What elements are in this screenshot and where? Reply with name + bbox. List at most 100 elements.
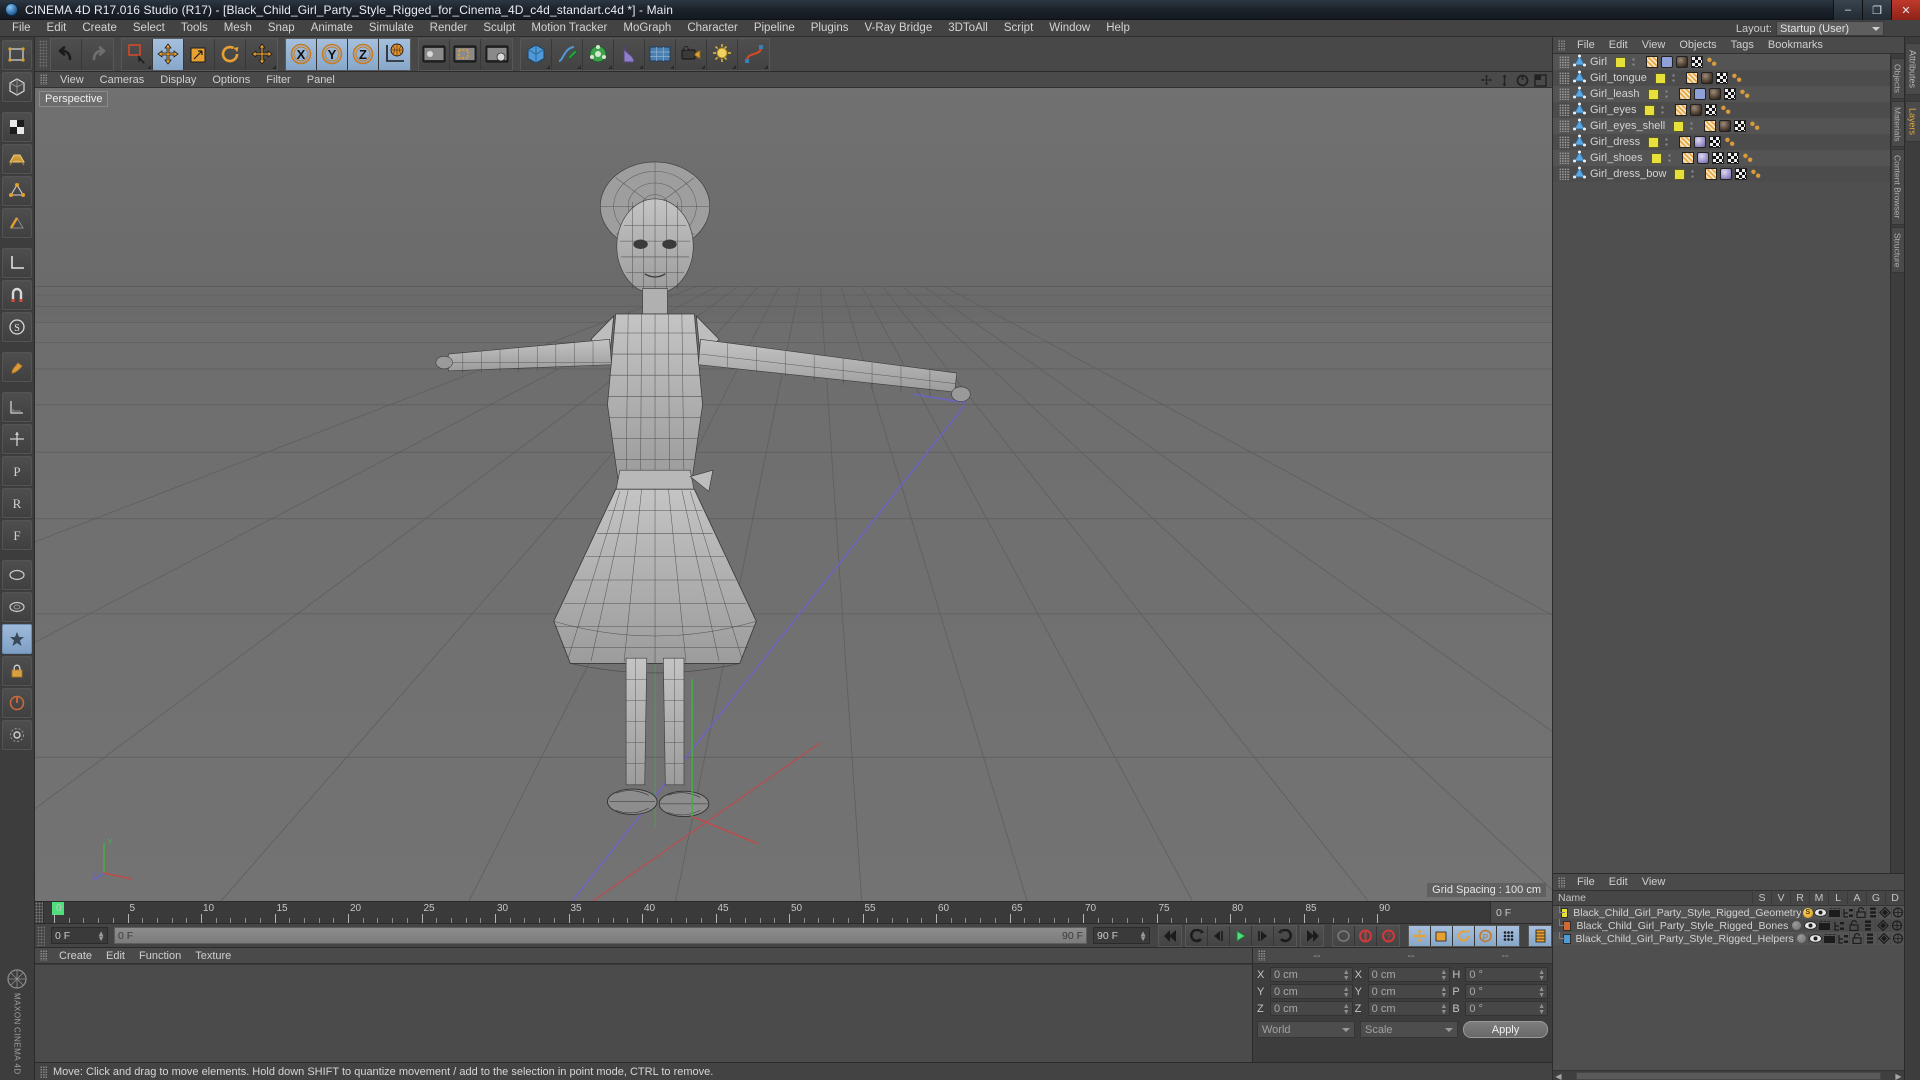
step-back-keyframe-button[interactable] [1186, 925, 1208, 946]
point-selection-tag-icon[interactable] [1739, 88, 1751, 100]
scroll-right-icon[interactable]: ▶ [1893, 1072, 1904, 1080]
max-frame-input[interactable]: 90 F ▲ ▼ [1093, 927, 1150, 944]
material-menu-grip[interactable] [40, 950, 47, 961]
layer-toggle-cell[interactable] [1813, 908, 1828, 917]
material-tag-icon[interactable] [1690, 104, 1703, 116]
tool-model-mode[interactable] [2, 72, 32, 102]
spinner-icon[interactable]: ▲ ▼ [1343, 986, 1350, 999]
selection-tag-icon[interactable] [1679, 136, 1692, 148]
object-row[interactable]: Girl [1553, 54, 1890, 70]
visibility-dots-icon[interactable] [1663, 88, 1669, 100]
material-list[interactable] [35, 964, 1252, 1062]
visibility-dots-icon[interactable] [1690, 168, 1696, 180]
viewport-menu-grip[interactable] [40, 74, 47, 85]
size-y-input[interactable]: 0 cm ▲ ▼ [1367, 984, 1451, 999]
record-question-button[interactable]: ? [1377, 925, 1399, 946]
solo-enabled-icon[interactable]: S [1802, 907, 1813, 918]
rotation-b-input[interactable]: 0 ° ▲ ▼ [1465, 1001, 1549, 1016]
timeline-button[interactable] [1529, 925, 1551, 946]
deformers-button[interactable] [738, 38, 769, 70]
layer-toggle-cell[interactable] [1817, 920, 1832, 931]
layer-toggle-cell[interactable] [1827, 907, 1842, 918]
spinner-icon[interactable]: ▲ ▼ [97, 930, 105, 943]
object-list[interactable]: Girl Girl_tongue Girl_leash Girl_eyes Girl_e… [1553, 54, 1890, 873]
selection-tag-icon[interactable] [1675, 104, 1688, 116]
position-y-input[interactable]: 0 cm ▲ ▼ [1270, 984, 1353, 999]
current-frame-input[interactable]: 0 F ▲ ▼ [51, 927, 108, 944]
object-menu-bookmarks[interactable]: Bookmarks [1761, 37, 1830, 54]
menu-item-motion-tracker[interactable]: Motion Tracker [523, 20, 615, 37]
tool-interaction-tag[interactable] [2, 624, 32, 654]
spinner-icon[interactable]: ▲ ▼ [1538, 969, 1545, 982]
material-menu-texture[interactable]: Texture [188, 948, 238, 964]
dynamic-place-button[interactable] [246, 38, 277, 70]
expand-handle-icon[interactable] [1559, 56, 1570, 68]
layer-row[interactable]: Black_Child_Girl_Party_Style_Rigged_Bone… [1553, 919, 1904, 932]
key-scale-button[interactable] [1431, 925, 1453, 946]
layer-horizontal-scrollbar[interactable]: ◀ ▶ [1553, 1070, 1904, 1080]
layer-manager-grip[interactable] [1558, 876, 1565, 888]
layer-toggle-cell[interactable] [1841, 907, 1854, 918]
layer-toggle-cell[interactable] [1860, 920, 1875, 931]
timeline-ruler[interactable]: 0 5 10 15 20 25 30 35 40 45 50 55 60 65 70 75 80 85 90 0 F [35, 901, 1552, 923]
menu-item-tools[interactable]: Tools [173, 20, 216, 37]
uvw-tag-icon[interactable] [1735, 168, 1748, 180]
tool-point-mode[interactable] [2, 176, 32, 206]
layer-toggle-cell[interactable] [1866, 907, 1878, 918]
uvw-tag-icon[interactable] [1723, 88, 1736, 100]
object-row[interactable]: Girl_dress [1553, 134, 1890, 150]
step-forward-frame-button[interactable] [1252, 925, 1274, 946]
selection-tag-icon[interactable] [1678, 88, 1691, 100]
object-layer-swatch[interactable] [1647, 88, 1659, 100]
uvw-tag-icon[interactable] [1691, 56, 1704, 68]
selection-tag-icon[interactable] [1705, 168, 1718, 180]
go-to-end-button[interactable] [1301, 925, 1323, 946]
redo-button[interactable] [82, 38, 113, 70]
tool-lock[interactable] [2, 656, 32, 686]
point-selection-tag-icon[interactable] [1706, 56, 1718, 68]
spinner-icon[interactable]: ▲ ▼ [1343, 1003, 1350, 1016]
layer-solo-cell[interactable]: S [1801, 907, 1813, 918]
world-coordinates-button[interactable] [379, 38, 410, 70]
menu-item-sculpt[interactable]: Sculpt [475, 20, 523, 37]
spinner-icon[interactable]: ▲ ▼ [1538, 986, 1545, 999]
expand-handle-icon[interactable] [1559, 168, 1570, 180]
cube-primitive-button[interactable] [521, 38, 552, 70]
weight-tag-icon[interactable] [1693, 88, 1706, 100]
layout-dropdown[interactable]: Startup (User) [1776, 21, 1884, 36]
weight-tag-icon[interactable] [1661, 56, 1674, 68]
timeline-end-field[interactable]: 0 F [1490, 902, 1552, 923]
scene-object-button[interactable] [645, 38, 676, 70]
key-position-button[interactable] [1409, 925, 1431, 946]
deformer-button[interactable] [614, 38, 645, 70]
menu-item-create[interactable]: Create [74, 20, 125, 37]
layer-menu-edit[interactable]: Edit [1602, 874, 1635, 891]
viewport-menu-panel[interactable]: Panel [299, 72, 343, 88]
menu-item-render[interactable]: Render [422, 20, 476, 37]
rotation-p-input[interactable]: 0 ° ▲ ▼ [1465, 984, 1549, 999]
layer-toggle-cell[interactable] [1849, 933, 1863, 944]
object-menu-objects[interactable]: Objects [1672, 37, 1723, 54]
point-selection-tag-icon[interactable] [1720, 104, 1732, 116]
maximize-viewport-icon[interactable] [1534, 74, 1547, 87]
layer-toggle-cell[interactable] [1875, 920, 1889, 931]
uvw-tag-icon[interactable] [1715, 72, 1728, 84]
visibility-dots-icon[interactable] [1670, 72, 1676, 84]
object-layer-swatch[interactable] [1650, 152, 1662, 164]
material-menu-create[interactable]: Create [52, 948, 99, 964]
viewport-menu-view[interactable]: View [52, 72, 92, 88]
tool-texture-mode[interactable] [2, 112, 32, 142]
rotate-viewport-icon[interactable] [1516, 74, 1529, 87]
selection-tag-icon[interactable] [1704, 120, 1717, 132]
apply-button[interactable]: Apply [1463, 1021, 1548, 1038]
render-region-button[interactable] [450, 38, 481, 70]
object-menu-edit[interactable]: Edit [1602, 37, 1635, 54]
key-pla-button[interactable] [1497, 925, 1519, 946]
uvw-tag-icon[interactable] [1734, 120, 1747, 132]
rotate-tool-button[interactable] [215, 38, 246, 70]
tool-settings[interactable] [2, 720, 32, 750]
layer-list[interactable]: Black_Child_Girl_Party_Style_Rigged_Geom… [1553, 906, 1904, 1070]
tool-move-axis[interactable] [2, 424, 32, 454]
layer-menu-file[interactable]: File [1570, 874, 1602, 891]
object-row[interactable]: Girl_shoes [1553, 150, 1890, 166]
